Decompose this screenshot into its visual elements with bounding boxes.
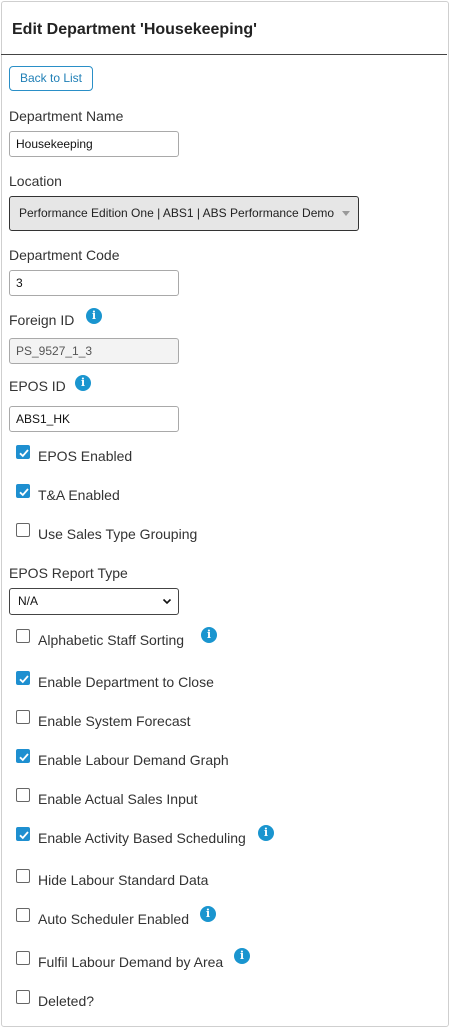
department-code-label: Department Code <box>9 247 120 263</box>
department-close-checkbox[interactable] <box>16 671 30 685</box>
activity-scheduling-checkbox[interactable] <box>16 827 30 841</box>
checkmark-icon <box>19 831 29 840</box>
checkmark-icon <box>19 753 29 762</box>
department-close-label: Enable Department to Close <box>38 674 214 690</box>
actual-sales-input-label: Enable Actual Sales Input <box>38 791 198 807</box>
foreign-id-label: Foreign ID <box>9 312 75 328</box>
location-select[interactable]: Performance Edition One | ABS1 | ABS Per… <box>9 196 359 231</box>
labour-demand-graph-checkbox[interactable] <box>16 749 30 763</box>
fulfil-by-area-checkbox[interactable] <box>16 951 30 965</box>
dropdown-caret-icon <box>342 211 350 216</box>
auto-scheduler-label: Auto Scheduler Enabled <box>38 911 189 927</box>
checkmark-icon <box>19 488 29 497</box>
checkmark-icon <box>19 449 29 458</box>
location-label: Location <box>9 173 62 189</box>
foreign-id-input <box>9 338 179 364</box>
epos-id-input[interactable] <box>9 406 179 432</box>
deleted-checkbox[interactable] <box>16 990 30 1004</box>
header-divider <box>1 54 447 55</box>
deleted-label: Deleted? <box>38 993 95 1009</box>
epos-report-type-label: EPOS Report Type <box>9 565 128 581</box>
alphabetic-sorting-label: Alphabetic Staff Sorting <box>38 632 185 648</box>
foreign-id-info-icon[interactable]: i <box>86 308 102 324</box>
actual-sales-input-checkbox[interactable] <box>16 788 30 802</box>
sales-type-grouping-checkbox[interactable] <box>16 523 30 537</box>
checkmark-icon <box>19 675 29 684</box>
activity-scheduling-label: Enable Activity Based Scheduling <box>38 830 246 846</box>
ta-enabled-label: T&A Enabled <box>38 487 120 503</box>
alphabetic-sorting-info-icon[interactable]: i <box>201 627 217 643</box>
epos-report-type-value: N/A <box>18 594 39 608</box>
system-forecast-checkbox[interactable] <box>16 710 30 724</box>
alphabetic-sorting-checkbox[interactable] <box>16 629 30 643</box>
hide-labour-standard-checkbox[interactable] <box>16 869 30 883</box>
auto-scheduler-info-icon[interactable]: i <box>200 906 216 922</box>
labour-demand-graph-label: Enable Labour Demand Graph <box>38 752 229 768</box>
department-name-input[interactable] <box>9 131 179 157</box>
epos-enabled-checkbox[interactable] <box>16 445 30 459</box>
activity-scheduling-info-icon[interactable]: i <box>258 825 274 841</box>
department-code-input[interactable] <box>9 270 179 296</box>
back-to-list-button[interactable]: Back to List <box>9 66 93 91</box>
epos-id-label: EPOS ID <box>9 378 66 394</box>
system-forecast-label: Enable System Forecast <box>38 713 191 729</box>
page-title: Edit Department 'Housekeeping' <box>12 21 257 38</box>
sales-type-grouping-label: Use Sales Type Grouping <box>38 526 198 542</box>
fulfil-by-area-label: Fulfil Labour Demand by Area <box>38 954 224 970</box>
epos-enabled-label: EPOS Enabled <box>38 448 133 464</box>
location-select-value: Performance Edition One | ABS1 | ABS Per… <box>19 206 335 220</box>
ta-enabled-checkbox[interactable] <box>16 484 30 498</box>
auto-scheduler-checkbox[interactable] <box>16 908 30 922</box>
chevron-down-icon <box>162 598 172 605</box>
department-name-label: Department Name <box>9 108 124 124</box>
fulfil-by-area-info-icon[interactable]: i <box>234 948 250 964</box>
hide-labour-standard-label: Hide Labour Standard Data <box>38 872 209 888</box>
epos-id-info-icon[interactable]: i <box>75 375 91 391</box>
epos-report-type-select[interactable]: N/A <box>9 588 179 615</box>
